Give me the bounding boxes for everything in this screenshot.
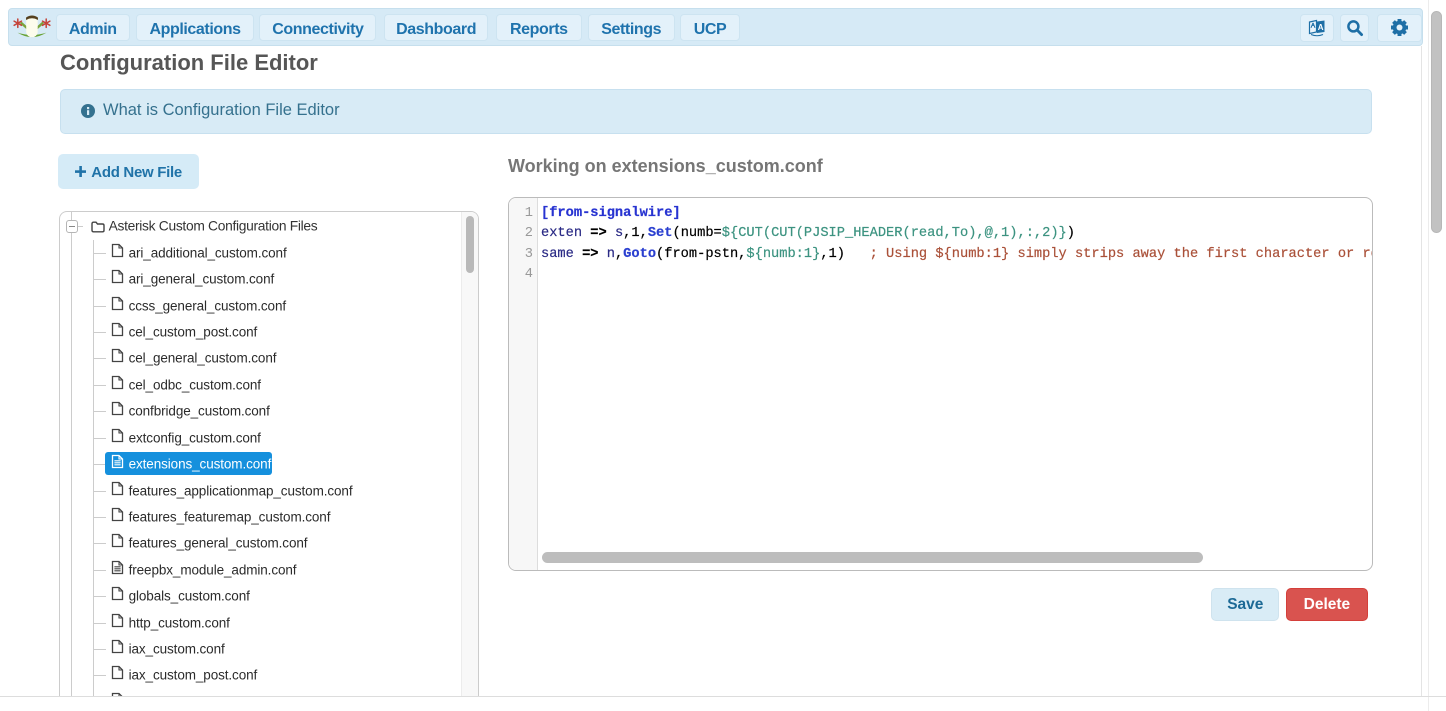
svg-text:A: A (1318, 23, 1324, 32)
